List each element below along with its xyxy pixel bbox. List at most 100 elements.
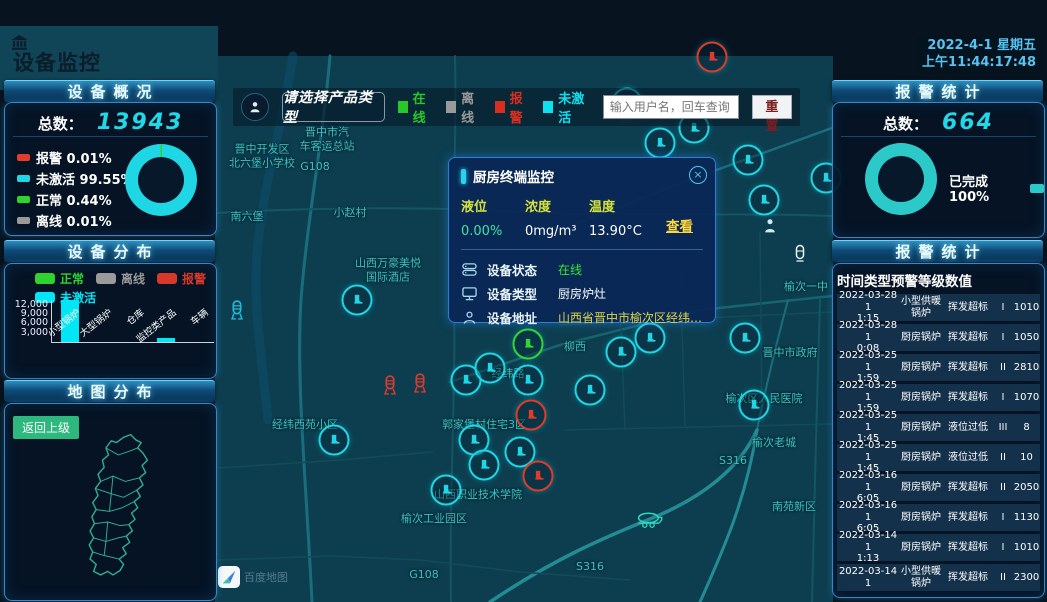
baidu-paperplane-icon bbox=[218, 566, 240, 588]
panel-header-alarm-stats: 报警统计 bbox=[832, 80, 1043, 102]
app-title-text: 设备监控 bbox=[13, 51, 101, 75]
stove-device-icon bbox=[738, 331, 752, 345]
distribution-legend-item[interactable]: 正常 bbox=[35, 270, 84, 287]
shanxi-province-outline[interactable] bbox=[63, 432, 163, 582]
stove-device-icon bbox=[524, 408, 538, 422]
device-info-popup: 厨房终端监控 × 液位 0.00% 浓度 0mg/m³ 温度 13.90°C 查… bbox=[448, 157, 716, 323]
map-marker[interactable] bbox=[412, 373, 429, 394]
alarm-type-cell: 厨房锅炉 bbox=[899, 422, 943, 434]
distribution-legend-item[interactable]: 离线 bbox=[96, 270, 145, 287]
map-place-label: 晋中开发区 北六堡小学校 bbox=[229, 142, 295, 170]
alarm-table-row[interactable]: 2022-03-25 1 1:45 厨房锅炉 液位过低 III 8 bbox=[837, 414, 1040, 441]
baidu-map-logo[interactable]: 百度地图 bbox=[218, 566, 288, 588]
popup-metric-label: 浓度 bbox=[525, 196, 589, 215]
popup-close-icon[interactable]: × bbox=[689, 166, 707, 184]
panel-header-alarm-list: 报警统计 bbox=[832, 240, 1043, 262]
alarm-table-row[interactable]: 2022-03-25 1 1:59 厨房锅炉 挥发超标 II 2810 bbox=[837, 354, 1040, 381]
alarm-table-row[interactable]: 2022-03-16 1 6:05 厨房锅炉 挥发超标 II 2050 bbox=[837, 474, 1040, 501]
gas-tank-icon bbox=[382, 375, 399, 396]
map-marker[interactable] bbox=[575, 375, 606, 406]
distribution-legend-item[interactable]: 报警 bbox=[157, 270, 206, 287]
map-place-label: 榆次老城 bbox=[752, 436, 796, 450]
map-marker[interactable] bbox=[697, 42, 728, 73]
map-marker[interactable] bbox=[637, 512, 664, 529]
alarm-type-cell: 厨房锅炉 bbox=[899, 452, 943, 464]
alarm-table-panel: 时间类型预警等级数值 2022-03-28 1 1:15 小型供暖锅炉 挥发超标… bbox=[832, 263, 1045, 598]
status-legend-item[interactable]: 离线 bbox=[446, 88, 482, 126]
status-legend: 在线 离线 报警 未激活 bbox=[398, 88, 590, 126]
alarm-table-row[interactable]: 2022-03-28 1 1:15 小型供暖锅炉 挥发超标 I 1010 bbox=[837, 294, 1040, 321]
map-place-label: G108 bbox=[300, 160, 330, 174]
alarm-table-header: 时间类型预警等级数值 bbox=[837, 270, 1040, 290]
stove-device-icon bbox=[521, 373, 535, 387]
map-marker[interactable] bbox=[342, 285, 373, 316]
product-type-dropdown[interactable]: 请选择产品类型 bbox=[282, 92, 385, 122]
map-marker[interactable] bbox=[762, 218, 779, 235]
map-marker[interactable] bbox=[431, 475, 462, 506]
status-legend-item[interactable]: 未激活 bbox=[543, 88, 589, 126]
popup-metric: 浓度 0mg/m³ bbox=[525, 196, 589, 239]
alarm-table-column-header: 预警 bbox=[891, 270, 918, 290]
alarm-value-cell: 2810 bbox=[1013, 362, 1040, 374]
alarm-table-row[interactable]: 2022-03-16 1 6:05 厨房锅炉 挥发超标 I 1130 bbox=[837, 504, 1040, 531]
status-legend-item[interactable]: 报警 bbox=[495, 88, 531, 126]
status-legend-swatch bbox=[495, 101, 505, 113]
device-overview-panel: 总数： 13943 报警 0.01% 未激活 99.55% 正常 0.44% 离… bbox=[4, 102, 217, 236]
map-marker[interactable] bbox=[523, 461, 554, 492]
user-circle-icon[interactable] bbox=[241, 93, 269, 121]
map-marker[interactable] bbox=[739, 390, 770, 421]
alarm-table-row[interactable]: 2022-03-14 1 小型供暖锅炉 挥发超标 II 2300 bbox=[837, 564, 1040, 591]
status-legend-swatch bbox=[446, 101, 456, 113]
alarm-type-cell: 厨房锅炉 bbox=[899, 332, 943, 344]
gas-tank-icon bbox=[412, 373, 429, 394]
map-marker[interactable] bbox=[319, 425, 350, 456]
map-marker[interactable] bbox=[645, 128, 676, 159]
map-marker[interactable] bbox=[794, 244, 806, 262]
alarm-time-cell: 2022-03-14 1 bbox=[837, 566, 899, 589]
alarm-donut bbox=[865, 143, 937, 215]
alarm-level-cell: I bbox=[993, 542, 1013, 554]
alarm-donut-legend[interactable]: 已完成 100% bbox=[949, 171, 1044, 205]
map-marker[interactable] bbox=[475, 353, 506, 384]
divider bbox=[13, 136, 208, 137]
alarm-level-cell: I bbox=[993, 332, 1013, 344]
popup-metric-value: 13.90°C bbox=[589, 224, 653, 239]
overview-legend-item[interactable]: 正常 0.44% bbox=[17, 189, 134, 210]
overview-legend-item[interactable]: 报警 0.01% bbox=[17, 147, 134, 168]
stove-device-icon bbox=[614, 345, 628, 359]
divider bbox=[841, 136, 1036, 137]
distribution-legend-label: 报警 bbox=[182, 270, 206, 287]
status-legend-label: 在线 bbox=[413, 88, 434, 126]
popup-view-link[interactable]: 查看 bbox=[666, 215, 693, 235]
status-legend-item[interactable]: 在线 bbox=[398, 88, 434, 126]
alarm-table-row[interactable]: 2022-03-25 1 1:59 厨房锅炉 挥发超标 I 1070 bbox=[837, 384, 1040, 411]
map-marker[interactable] bbox=[513, 365, 544, 396]
map-marker[interactable] bbox=[516, 400, 547, 431]
map-marker[interactable] bbox=[513, 329, 544, 360]
map-marker[interactable] bbox=[469, 450, 500, 481]
alarm-time-cell: 2022-03-14 1 1:13 bbox=[837, 530, 899, 565]
alarm-value-cell: 8 bbox=[1013, 422, 1040, 434]
stove-device-icon bbox=[350, 293, 364, 307]
map-marker[interactable] bbox=[229, 300, 246, 321]
alarm-stats-panel: 总数： 664 已完成 100% bbox=[832, 102, 1045, 238]
alarm-total-value: 664 bbox=[942, 110, 994, 135]
alarm-table-row[interactable]: 2022-03-28 1 0:08 厨房锅炉 挥发超标 I 1050 bbox=[837, 324, 1040, 351]
reset-button[interactable]: 重置 bbox=[752, 95, 792, 119]
popup-metric-value: 0mg/m³ bbox=[525, 224, 589, 239]
map-marker[interactable] bbox=[749, 185, 780, 216]
alarm-level-cell: I bbox=[993, 392, 1013, 404]
map-marker[interactable] bbox=[382, 375, 399, 396]
map-marker[interactable] bbox=[730, 323, 761, 354]
device-distribution-panel: 正常 离线 报警 未激活 12,0009,0006,0003,000小型锅炉大型… bbox=[4, 263, 217, 379]
map-marker[interactable] bbox=[606, 337, 637, 368]
username-search-input[interactable] bbox=[603, 95, 739, 119]
status-legend-swatch bbox=[543, 101, 553, 113]
alarm-value-cell: 1010 bbox=[1013, 542, 1040, 554]
alarm-table-row[interactable]: 2022-03-25 1 1:45 厨房锅炉 液位过低 II 10 bbox=[837, 444, 1040, 471]
overview-legend-item[interactable]: 未激活 99.55% bbox=[17, 168, 134, 189]
overview-legend-item[interactable]: 离线 0.01% bbox=[17, 210, 134, 231]
alarm-warning-cell: 液位过低 bbox=[943, 422, 993, 434]
map-marker[interactable] bbox=[733, 145, 764, 176]
alarm-table-row[interactable]: 2022-03-14 1 1:13 厨房锅炉 挥发超标 I 1010 bbox=[837, 534, 1040, 561]
